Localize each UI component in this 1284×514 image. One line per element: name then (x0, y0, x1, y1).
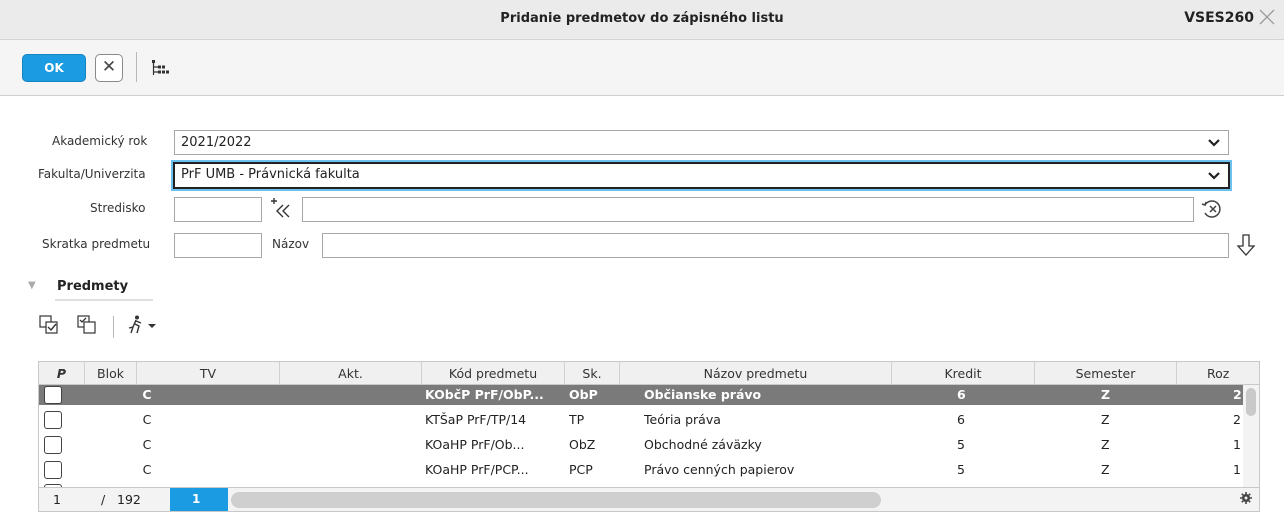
cell-tv: C (142, 387, 152, 402)
toolbar-divider (136, 52, 137, 82)
cell-roz: 1 (1233, 462, 1241, 477)
cell-sk: PCP (569, 462, 593, 477)
cell-code: KOaHP PrF/Ob... (425, 437, 525, 452)
row-count-separator: / (101, 492, 106, 507)
row-checkbox[interactable] (44, 461, 62, 479)
col-header-code[interactable]: Kód predmetu (422, 362, 565, 385)
cell-code: KOaHP PrF/PCP... (425, 462, 529, 477)
select-all-icon[interactable] (38, 314, 60, 336)
faculty-label: Fakulta/Univerzita (38, 167, 146, 181)
vertical-scrollbar[interactable] (1243, 385, 1259, 487)
settings-gear-icon[interactable] (1239, 491, 1253, 509)
cell-semester: Z (1101, 412, 1110, 427)
deselect-all-icon[interactable] (76, 314, 98, 336)
subject-abbr-label: Skratka predmetu (42, 237, 151, 251)
ok-button[interactable]: OK (22, 54, 86, 82)
cell-credit: 5 (957, 437, 965, 452)
cell-credit: 5 (957, 462, 965, 477)
col-header-credit[interactable]: Kredit (892, 362, 1035, 385)
col-header-semester[interactable]: Semester (1035, 362, 1177, 385)
subject-abbr-input[interactable] (174, 233, 262, 258)
cell-code: KTŠaP PrF/TP/14 (425, 412, 527, 427)
form-code: VSES260 (1184, 10, 1254, 26)
faculty-value: PrF UMB - Právnická fakulta (181, 167, 360, 182)
academic-year-value: 2021/2022 (181, 135, 252, 150)
horizontal-scrollbar[interactable] (231, 492, 881, 508)
toolbar: OK ✕ (0, 40, 1284, 96)
table-header: P Blok TV Akt. Kód predmetu Sk. Názov pr… (39, 362, 1259, 385)
chevron-down-icon (1208, 164, 1220, 194)
cell-tv: C (142, 437, 152, 452)
subjects-section-header[interactable]: ▼ Predmety (20, 274, 1284, 302)
table-row[interactable]: C KObčP PrF/ObP... ObP Občianske právo 6… (39, 385, 1259, 405)
add-left-icon[interactable] (268, 197, 296, 223)
page-indicator[interactable]: 1 (170, 488, 228, 511)
scrollbar-thumb[interactable] (1246, 388, 1256, 416)
cell-sk: ObZ (569, 437, 596, 452)
table-row[interactable]: C KTŠaP PrF/TP/14 TP Teória práva 6 Z 2 (39, 410, 1259, 430)
col-header-p[interactable]: P (39, 362, 85, 385)
col-header-tv[interactable]: TV (137, 362, 280, 385)
cell-name: Obchodné záväzky (644, 437, 762, 452)
close-icon[interactable] (1256, 7, 1278, 29)
row-checkbox[interactable] (44, 411, 62, 429)
cell-name: Právo cenných papierov (644, 462, 795, 477)
current-row-number: 1 (53, 492, 61, 507)
section-underline (55, 299, 153, 301)
total-row-count: 192 (117, 492, 141, 507)
center-code-input[interactable] (174, 197, 262, 222)
collapse-triangle-icon[interactable]: ▼ (28, 280, 36, 291)
chevron-down-icon (1208, 131, 1220, 162)
cell-sk: ObP (569, 387, 598, 402)
cell-credit: 6 (957, 387, 966, 402)
row-checkbox[interactable] (44, 386, 62, 404)
col-header-name[interactable]: Názov predmetu (620, 362, 892, 385)
academic-year-select[interactable]: 2021/2022 (174, 130, 1229, 155)
grid-toolbar (38, 314, 238, 340)
col-header-sk[interactable]: Sk. (565, 362, 620, 385)
cell-semester: Z (1101, 462, 1110, 477)
cell-code: KObčP PrF/ObP... (425, 387, 544, 402)
center-label: Stredisko (90, 201, 146, 215)
row-checkbox[interactable] (44, 436, 62, 454)
cell-credit: 6 (957, 412, 965, 427)
cell-sk: TP (569, 412, 585, 427)
grid-toolbar-divider (113, 316, 114, 338)
clear-icon[interactable] (1200, 197, 1224, 225)
subject-name-label: Názov (272, 237, 310, 251)
cell-tv: C (142, 412, 152, 427)
cancel-button[interactable]: ✕ (95, 54, 123, 82)
arrow-down-icon[interactable] (1236, 232, 1256, 262)
col-header-blok[interactable]: Blok (85, 362, 137, 385)
center-name-input[interactable] (302, 197, 1194, 222)
cell-roz: 2 (1233, 412, 1241, 427)
cell-semester: Z (1101, 387, 1111, 402)
subject-name-input[interactable] (322, 233, 1229, 258)
col-header-akt[interactable]: Akt. (280, 362, 422, 385)
cell-semester: Z (1101, 437, 1110, 452)
cell-roz: 2 (1233, 387, 1242, 402)
section-title: Predmety (57, 279, 129, 294)
subjects-table: P Blok TV Akt. Kód predmetu Sk. Názov pr… (38, 361, 1260, 488)
filter-form: Akademický rok 2021/2022 Fakulta/Univerz… (0, 96, 1284, 274)
title-bar: Pridanie predmetov do zápisného listu VS… (0, 0, 1284, 40)
cell-name: Občianske právo (644, 387, 762, 402)
cell-roz: 1 (1233, 437, 1241, 452)
hierarchy-icon[interactable] (150, 58, 170, 78)
cell-name: Teória práva (644, 412, 721, 427)
table-row[interactable]: C KOaHP PrF/Ob... ObZ Obchodné záväzky 5… (39, 435, 1259, 455)
table-footer: 1 / 192 1 (38, 488, 1260, 512)
table-row[interactable]: C KOaHP PrF/PCP... PCP Právo cenných pap… (39, 460, 1259, 480)
faculty-select[interactable]: PrF UMB - Právnická fakulta (173, 162, 1230, 189)
academic-year-label: Akademický rok (52, 134, 148, 148)
col-header-roz[interactable]: Roz (1177, 362, 1245, 385)
window-title: Pridanie predmetov do zápisného listu (500, 11, 784, 26)
actions-menu-icon[interactable] (126, 314, 158, 336)
cell-tv: C (142, 462, 152, 477)
